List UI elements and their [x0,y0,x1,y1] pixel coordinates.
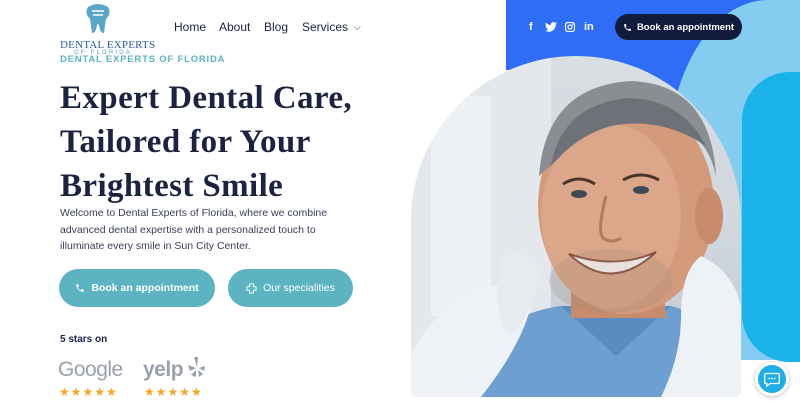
facebook-icon[interactable]: f [529,21,533,33]
google-logo: Google [58,358,123,381]
hero-headline: Expert Dental Care, Tailored for Your Br… [60,76,440,208]
phone-icon [76,284,85,292]
book-appointment-button[interactable]: Book an appointment [59,269,215,307]
chat-button[interactable] [755,362,789,396]
chat-icon [764,372,780,387]
hero-lead-text: Welcome to Dental Experts of Florida, wh… [60,207,328,252]
ratings-label: 5 stars on [60,334,108,345]
yelp-burst-icon [188,357,205,377]
header-book-appointment-label: Book an appointment [636,21,735,33]
yelp-logo: yelp [143,358,184,381]
google-stars: ★★★★★ [59,385,118,399]
our-specialities-button[interactable]: Our specialities [228,269,353,307]
hero-background-accent [742,72,800,362]
nav-item-home[interactable]: Home [174,20,206,34]
hero-headline-line-1: Expert Dental Care, [60,80,353,116]
linkedin-icon[interactable]: in [584,21,594,33]
instagram-icon[interactable] [565,22,575,32]
twitter-icon[interactable] [545,22,557,32]
hero-headline-line-2: Tailored for Your [60,124,311,160]
brand-tagline: DENTAL EXPERTS OF FLORIDA [60,54,226,65]
hero-headline-line-3: Brightest Smile [60,168,284,204]
yelp-stars: ★★★★★ [144,385,203,399]
tooth-icon [86,4,110,33]
nav-item-about[interactable]: About [219,20,250,34]
nav-item-blog[interactable]: Blog [264,20,288,34]
book-appointment-label: Book an appointment [91,282,199,294]
nav-item-services-label: Services [302,20,349,34]
header-book-appointment-button[interactable]: Book an appointment [615,14,742,40]
nav-item-services[interactable]: Services ⌵ [302,20,361,34]
hero-photo [411,56,741,397]
phone-icon [624,23,631,31]
our-specialities-label: Our specialities [263,282,335,294]
chevron-down-icon: ⌵ [354,22,361,32]
plus-icon [246,282,257,294]
